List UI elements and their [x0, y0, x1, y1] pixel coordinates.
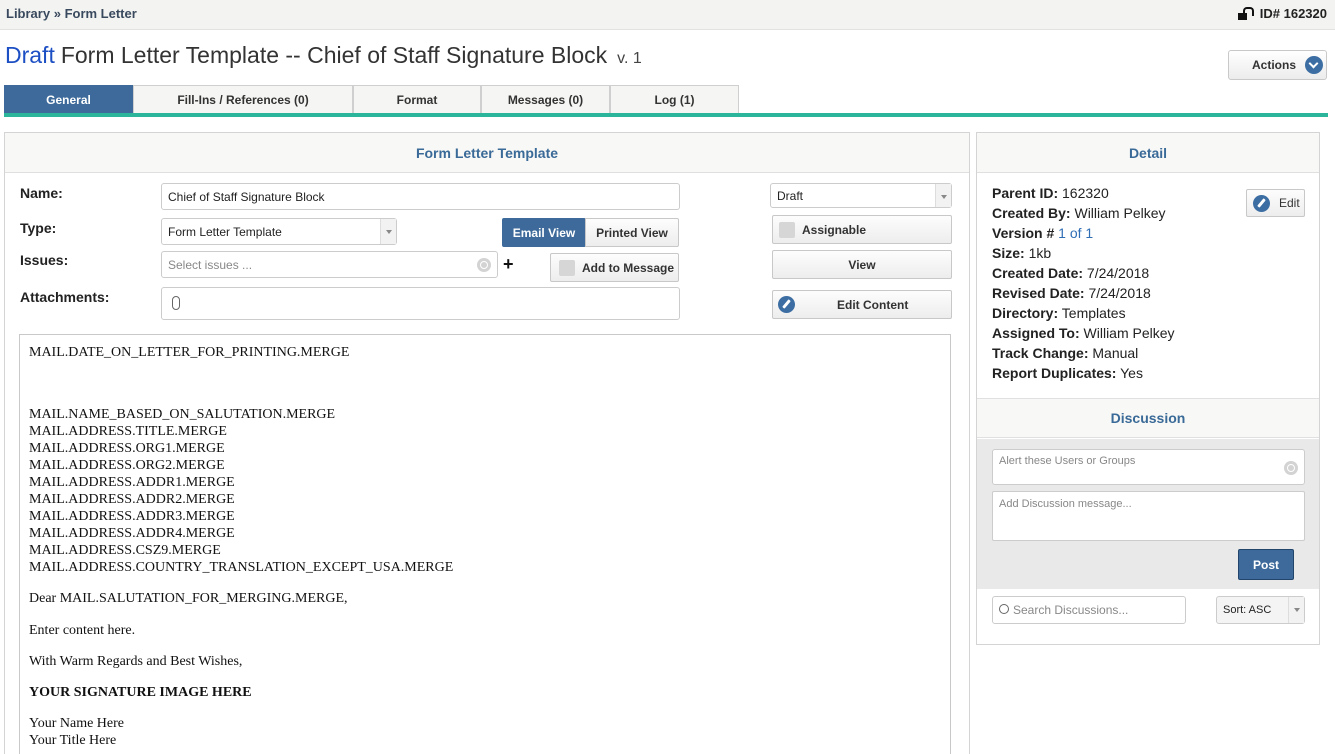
search-icon [477, 258, 491, 272]
breadcrumb: Library » Form Letter [6, 6, 137, 21]
letter-content-editor[interactable]: MAIL.DATE_ON_LETTER_FOR_PRINTING.MERGE M… [19, 334, 951, 754]
type-select[interactable]: Form Letter Template [161, 218, 397, 245]
address-line: MAIL.ADDRESS.ADDR1.MERGE [29, 475, 235, 490]
tab-log[interactable]: Log (1) [610, 85, 739, 114]
detail-created-by: Created By: William Pelkey [992, 205, 1166, 221]
sort-value: Sort: ASC [1223, 604, 1272, 616]
name-label: Name: [20, 185, 63, 201]
address-line: MAIL.ADDRESS.ORG2.MERGE [29, 458, 225, 473]
breadcrumb-separator: » [53, 6, 61, 21]
detail-list: Parent ID: 162320 Created By: William Pe… [992, 185, 1175, 385]
address-line: MAIL.ADDRESS.COUNTRY_TRANSLATION_EXCEPT_… [29, 560, 454, 575]
chevron-down-icon [380, 219, 396, 244]
issues-label: Issues: [20, 252, 69, 268]
status-select[interactable]: Draft [770, 183, 952, 208]
add-to-message-button[interactable]: Add to Message [550, 253, 679, 282]
address-line: MAIL.ADDRESS.ADDR2.MERGE [29, 492, 235, 507]
assignable-checkbox[interactable]: Assignable [772, 215, 952, 244]
detail-revised-date: Revised Date: 7/24/2018 [992, 285, 1151, 301]
breadcrumb-library[interactable]: Library [6, 6, 50, 21]
actions-label: Actions [1252, 58, 1297, 72]
edit-content-button[interactable]: Edit Content [772, 290, 952, 319]
chevron-down-icon [935, 184, 951, 207]
tab-underline [4, 113, 1328, 117]
checkbox-icon [779, 221, 795, 238]
discussion-message-input[interactable]: Add Discussion message... [992, 491, 1305, 541]
closing-line: With Warm Regards and Best Wishes, [29, 654, 243, 669]
detail-size: Size: 1kb [992, 245, 1052, 261]
your-name-line: Your Name Here [29, 716, 124, 731]
detail-edit-label: Edit [1279, 196, 1300, 210]
attachments-label: Attachments: [20, 289, 110, 305]
discussion-title: Discussion [977, 398, 1319, 438]
unlock-icon[interactable] [1237, 6, 1254, 21]
address-line: MAIL.ADDRESS.CSZ9.MERGE [29, 543, 221, 558]
tab-fill-ins-references[interactable]: Fill-Ins / References (0) [133, 85, 353, 114]
tab-format[interactable]: Format [353, 85, 481, 114]
type-value: Form Letter Template [168, 224, 282, 239]
detail-panel: Detail Parent ID: 162320 Created By: Wil… [976, 132, 1320, 645]
tab-bar: General Fill-Ins / References (0) Format… [4, 85, 739, 114]
record-id-box: ID# 162320 [1237, 6, 1327, 21]
tab-general[interactable]: General [4, 85, 133, 114]
email-view-button[interactable]: Email View [502, 218, 586, 247]
address-line: MAIL.ADDRESS.ORG1.MERGE [29, 441, 225, 456]
type-label: Type: [20, 220, 57, 236]
chevron-down-icon [1305, 56, 1324, 74]
address-line: MAIL.ADDRESS.TITLE.MERGE [29, 424, 227, 439]
address-line: MAIL.ADDRESS.ADDR4.MERGE [29, 526, 235, 541]
version-link[interactable]: 1 of 1 [1058, 225, 1093, 241]
checkbox-icon [558, 259, 575, 276]
name-input[interactable]: Chief of Staff Signature Block [161, 183, 680, 210]
version-label: v. 1 [617, 50, 642, 67]
detail-report-duplicates: Report Duplicates: Yes [992, 365, 1143, 381]
paperclip-icon[interactable] [172, 296, 180, 310]
breadcrumb-current: Form Letter [64, 6, 137, 21]
detail-version: Version # 1 of 1 [992, 225, 1094, 241]
detail-assigned-to: Assigned To: William Pelkey [992, 325, 1175, 341]
post-button[interactable]: Post [1238, 549, 1294, 580]
detail-track-change: Track Change: Manual [992, 345, 1139, 361]
detail-title: Detail [977, 133, 1319, 173]
panel-title: Form Letter Template [5, 133, 969, 173]
alert-users-input[interactable]: Alert these Users or Groups [992, 449, 1305, 485]
pencil-icon [1253, 194, 1270, 212]
add-issue-icon[interactable]: + [503, 254, 514, 275]
search-icon [1284, 461, 1298, 475]
pencil-icon [778, 296, 795, 313]
attachments-field[interactable] [161, 287, 680, 320]
edit-content-label: Edit Content [837, 297, 909, 312]
status-title: Draft [5, 42, 55, 68]
actions-button[interactable]: Actions [1228, 50, 1327, 80]
printed-view-button[interactable]: Printed View [585, 218, 679, 247]
status-value: Draft [777, 188, 804, 203]
issues-placeholder: Select issues ... [168, 257, 253, 272]
your-title-line: Your Title Here [29, 733, 117, 748]
title-text: Form Letter Template -- Chief of Staff S… [60, 42, 608, 68]
search-discussions-input[interactable]: Search Discussions... [992, 596, 1186, 624]
chevron-down-icon [1288, 597, 1304, 623]
detail-edit-button[interactable]: Edit [1246, 189, 1305, 217]
alert-placeholder: Alert these Users or Groups [999, 455, 1136, 467]
record-id: ID# 162320 [1259, 6, 1327, 21]
salutation-line: Dear MAIL.SALUTATION_FOR_MERGING.MERGE, [29, 591, 348, 606]
detail-parent-id: Parent ID: 162320 [992, 185, 1109, 201]
detail-created-date: Created Date: 7/24/2018 [992, 265, 1150, 281]
assignable-label: Assignable [802, 222, 867, 237]
address-line: MAIL.ADDRESS.ADDR3.MERGE [29, 509, 235, 524]
search-icon [999, 604, 1009, 614]
signature-placeholder: YOUR SIGNATURE IMAGE HERE [29, 685, 252, 700]
date-merge-line: MAIL.DATE_ON_LETTER_FOR_PRINTING.MERGE [29, 345, 350, 360]
page-title: Draft Form Letter Template -- Chief of St… [5, 42, 642, 69]
tab-messages[interactable]: Messages (0) [481, 85, 610, 114]
address-line: MAIL.NAME_BASED_ON_SALUTATION.MERGE [29, 407, 336, 422]
search-discussions-placeholder: Search Discussions... [1013, 603, 1129, 617]
sort-select[interactable]: Sort: ASC [1216, 596, 1305, 624]
top-bar: Library » Form Letter ID# 162320 [0, 0, 1335, 30]
add-to-message-label: Add to Message [581, 260, 674, 275]
view-button[interactable]: View [772, 250, 952, 279]
detail-directory: Directory: Templates [992, 305, 1126, 321]
issues-input[interactable]: Select issues ... [161, 251, 498, 278]
body-line: Enter content here. [29, 623, 136, 638]
